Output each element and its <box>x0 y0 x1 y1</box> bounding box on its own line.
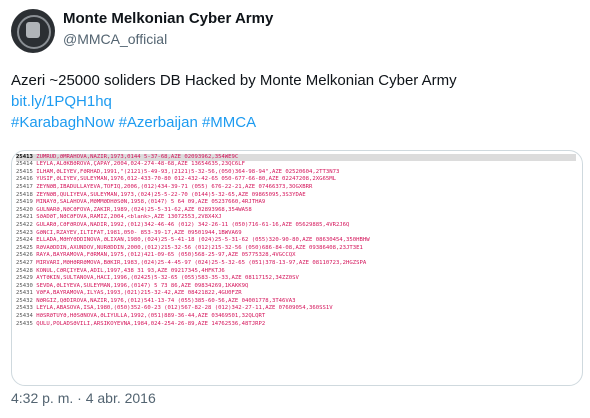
dump-row: 25416 YUSİF,ƏLİYEV,SÜLEYMAN,1976,012-433… <box>16 176 576 184</box>
dump-row-number: 25416 <box>16 176 33 183</box>
dump-row-text: KÖNÜL,CƏRÇİYEVA,ADİL,1997,438 31 93,AZE … <box>32 267 225 274</box>
dump-row-number: 25422 <box>16 221 33 228</box>
dump-row-text: YUSİF,ƏLİYEV,SÜLEYMAN,1976,012-433-70-80… <box>32 176 336 183</box>
dump-row-text: ZEYNƏB,QULİYEVA,SÜLEYMAN,1973,(024)25-5-… <box>32 191 306 198</box>
dump-row-text: RƏVAƏDDİN,AXUNDOV,NURƏDDİN,2000,(012)215… <box>32 244 363 251</box>
dump-row: 25424 ELLADA,MƏHYƏDDİNOVA,ƏLİXAN,1980,(0… <box>16 237 576 245</box>
attached-image[interactable]: 25412 ZÜMRÜD,ƏMRAHOVA,İSMAYIL,1977,(012)… <box>11 150 583 386</box>
dump-row: 25413 ZÜMRÜD,ƏMRAHOVA,NAZİR,1973,0144 5-… <box>16 153 576 162</box>
dump-row-number: 25423 <box>16 229 33 236</box>
tweet-text: Azeri ~25000 soliders DB Hacked by Monte… <box>11 70 581 133</box>
database-dump-listing: 25412 ZÜMRÜD,ƏMRAHOVA,İSMAYIL,1977,(012)… <box>16 151 576 329</box>
dump-row-text: ELLADA,MƏHYƏDDİNOVA,ƏLİXAN,1980,(024)25-… <box>32 237 370 244</box>
dump-row-text: ZÜMRÜD,ƏMRAHOVA,NAZİR,1973,0144 5-37-68,… <box>32 153 239 160</box>
dump-row-number: 25433 <box>16 305 33 312</box>
dump-row: 25427 MİRVARİ,MƏHƏRRƏMOVA,BƏKİR,1983,(02… <box>16 260 576 268</box>
dump-row: 25415 İLHAM,ƏLİYEV,FƏRHAD,1991,"(2121)5-… <box>16 169 576 177</box>
avatar-figure-icon <box>26 22 40 38</box>
dump-row-text: HƏSRƏTÜYƏ,HƏSƏNOVA,ƏLİYULLA,1992,(051)88… <box>32 313 266 320</box>
dump-row: 25434 HƏSRƏTÜYƏ,HƏSƏNOVA,ƏLİYULLA,1992,(… <box>16 313 576 321</box>
tweet-timestamp[interactable]: 4:32 p. m. · 4 abr. 2016 <box>11 390 156 406</box>
dump-row-text: İLHAM,ƏLİYEV,FƏRHAD,1991,"(2121)5-49-93,… <box>32 168 340 175</box>
dump-row-number: 25424 <box>16 237 33 244</box>
dump-row: 25429 AYTƏKİN,SULTANOVA,HACI,1996,(02425… <box>16 275 576 283</box>
dump-row: 25417 ZEYNƏB,İBADULLAYEVA,TOFİQ,2006,(01… <box>16 184 576 192</box>
dump-row-text: AYTƏKİN,SULTANOVA,HACI,1996,(02425)5-32-… <box>32 275 299 282</box>
dump-row: 25431 VƏFA,BAYRAMOVA,İLYAS,1993,(021)215… <box>16 290 576 298</box>
author-handle[interactable]: @MMCA_official <box>63 31 167 47</box>
dump-row-number: 25432 <box>16 297 33 304</box>
dump-row-text: LEYLA,ALƏKBƏROVA,ÇAPAY,2004,024-274-48-6… <box>32 161 246 168</box>
dump-row: 25426 RAYA,BAYRAMOVA,FƏRMAN,1975,(012)42… <box>16 252 576 260</box>
dump-row-text: ZEYNƏB,İBADULLAYEVA,TOFİQ,2006,(012)434-… <box>32 183 313 190</box>
dump-row-number: 25434 <box>16 313 33 320</box>
dump-row-text: GÜLARƏ,CƏFƏROVA,NADİR,1992,(012)342-46-4… <box>32 221 350 228</box>
dump-row-text: RAYA,BAYRAMOVA,FƏRMAN,1975,(012)421-09-6… <box>32 252 296 259</box>
dump-row-number: 25414 <box>16 161 33 168</box>
dump-row-number: 25431 <box>16 290 33 297</box>
dump-row: 25425 RƏVAƏDDİN,AXUNDOV,NURƏDDİN,2000,(0… <box>16 245 576 253</box>
dump-row-text: MİNAYƏ,SALAHOVA,MƏMMƏDHƏSƏN,1958,(0147) … <box>32 199 266 206</box>
dump-row-number: 25428 <box>16 267 33 274</box>
dump-row: 25419 MİNAYƏ,SALAHOVA,MƏMMƏDHƏSƏN,1958,(… <box>16 199 576 207</box>
dump-row: 25423 GƏNCİ,RZAYEV,İLTİFAT,1981,050- 853… <box>16 230 576 238</box>
tweet-hashtags[interactable]: #KarabaghNow #Azerbaijan #MMCA <box>11 112 581 133</box>
dump-row-number: 25430 <box>16 282 33 289</box>
dump-row: 25428 KÖNÜL,CƏRÇİYEVA,ADİL,1997,438 31 9… <box>16 268 576 276</box>
dump-row-number: 25413 <box>16 153 33 160</box>
dump-row: 25420 GÜLNARƏ,NƏCƏFOVA,ZAKİR,1989,(024)2… <box>16 207 576 215</box>
dump-row-number: 25417 <box>16 183 33 190</box>
dump-row-number: 25429 <box>16 275 33 282</box>
dump-row-text: NƏRGİZ,QƏDİROVA,NAZİR,1976,(012)541-13-7… <box>32 297 296 304</box>
dump-row-text: VƏFA,BAYRAMOVA,İLYAS,1993,(021)215-32-42… <box>32 290 242 297</box>
dump-row-text: GƏNCİ,RZAYEV,İLTİFAT,1981,050- 853-39-17… <box>32 229 242 236</box>
dump-row: 25422 GÜLARƏ,CƏFƏROVA,NADİR,1992,(012)34… <box>16 222 576 230</box>
dump-row-text: SƏADƏT,NƏCƏFOVA,RAMİZ,2004,<blank>,AZE 1… <box>32 214 222 221</box>
dump-row-number: 25418 <box>16 191 33 198</box>
dump-row-text: SEVDA,ƏLİYEVA,SÜLEYMAN,1996,(0147) 5 73 … <box>32 282 249 289</box>
dump-row-text: MİRVARİ,MƏHƏRRƏMOVA,BƏKİR,1983,(024)25-4… <box>32 259 367 266</box>
author-name[interactable]: Monte Melkonian Cyber Army <box>63 10 273 27</box>
dump-row-number: 25419 <box>16 199 33 206</box>
tweet-link[interactable]: bit.ly/1PQH1hq <box>11 91 581 112</box>
dump-row-text: GÜLNARƏ,NƏCƏFOVA,ZAKİR,1989,(024)25-5-31… <box>32 206 252 213</box>
dump-row: 25435 QULU,POLADSƏVİLİ,ARSİKOYEVNA,1984,… <box>16 321 576 329</box>
dump-row: 25414 LEYLA,ALƏKBƏROVA,ÇAPAY,2004,024-27… <box>16 161 576 169</box>
dump-row-number: 25435 <box>16 320 33 327</box>
dump-row-number: 25415 <box>16 168 33 175</box>
dump-row: 25432 NƏRGİZ,QƏDİROVA,NAZİR,1976,(012)54… <box>16 298 576 306</box>
dump-row: 25418 ZEYNƏB,QULİYEVA,SÜLEYMAN,1973,(024… <box>16 192 576 200</box>
avatar[interactable] <box>11 9 55 53</box>
dump-row-number: 25425 <box>16 244 33 251</box>
tweet-line: Azeri ~25000 soliders DB Hacked by Monte… <box>11 72 457 89</box>
dump-row-number: 25426 <box>16 252 33 259</box>
dump-row-number: 25420 <box>16 206 33 213</box>
dump-row-number: 25421 <box>16 214 33 221</box>
dump-row: 25433 LEYLA,ABASOVA,İSA,1980,(050)352-60… <box>16 305 576 313</box>
dump-row-number: 25412 <box>16 151 33 152</box>
dump-row-text: ZÜMRÜD,ƏMRAHOVA,İSMAYIL,1977,(012) 412 1… <box>33 151 309 152</box>
dump-row: 25421 SƏADƏT,NƏCƏFOVA,RAMİZ,2004,<blank>… <box>16 214 576 222</box>
dump-row-text: QULU,POLADSƏVİLİ,ARSİKOYEVNA,1984,024-25… <box>32 320 266 327</box>
dump-row-text: LEYLA,ABASOVA,İSA,1980,(050)352-60-23 (0… <box>32 305 333 312</box>
dump-row-number: 25427 <box>16 259 33 266</box>
dump-row: 25430 SEVDA,ƏLİYEVA,SÜLEYMAN,1996,(0147)… <box>16 283 576 291</box>
